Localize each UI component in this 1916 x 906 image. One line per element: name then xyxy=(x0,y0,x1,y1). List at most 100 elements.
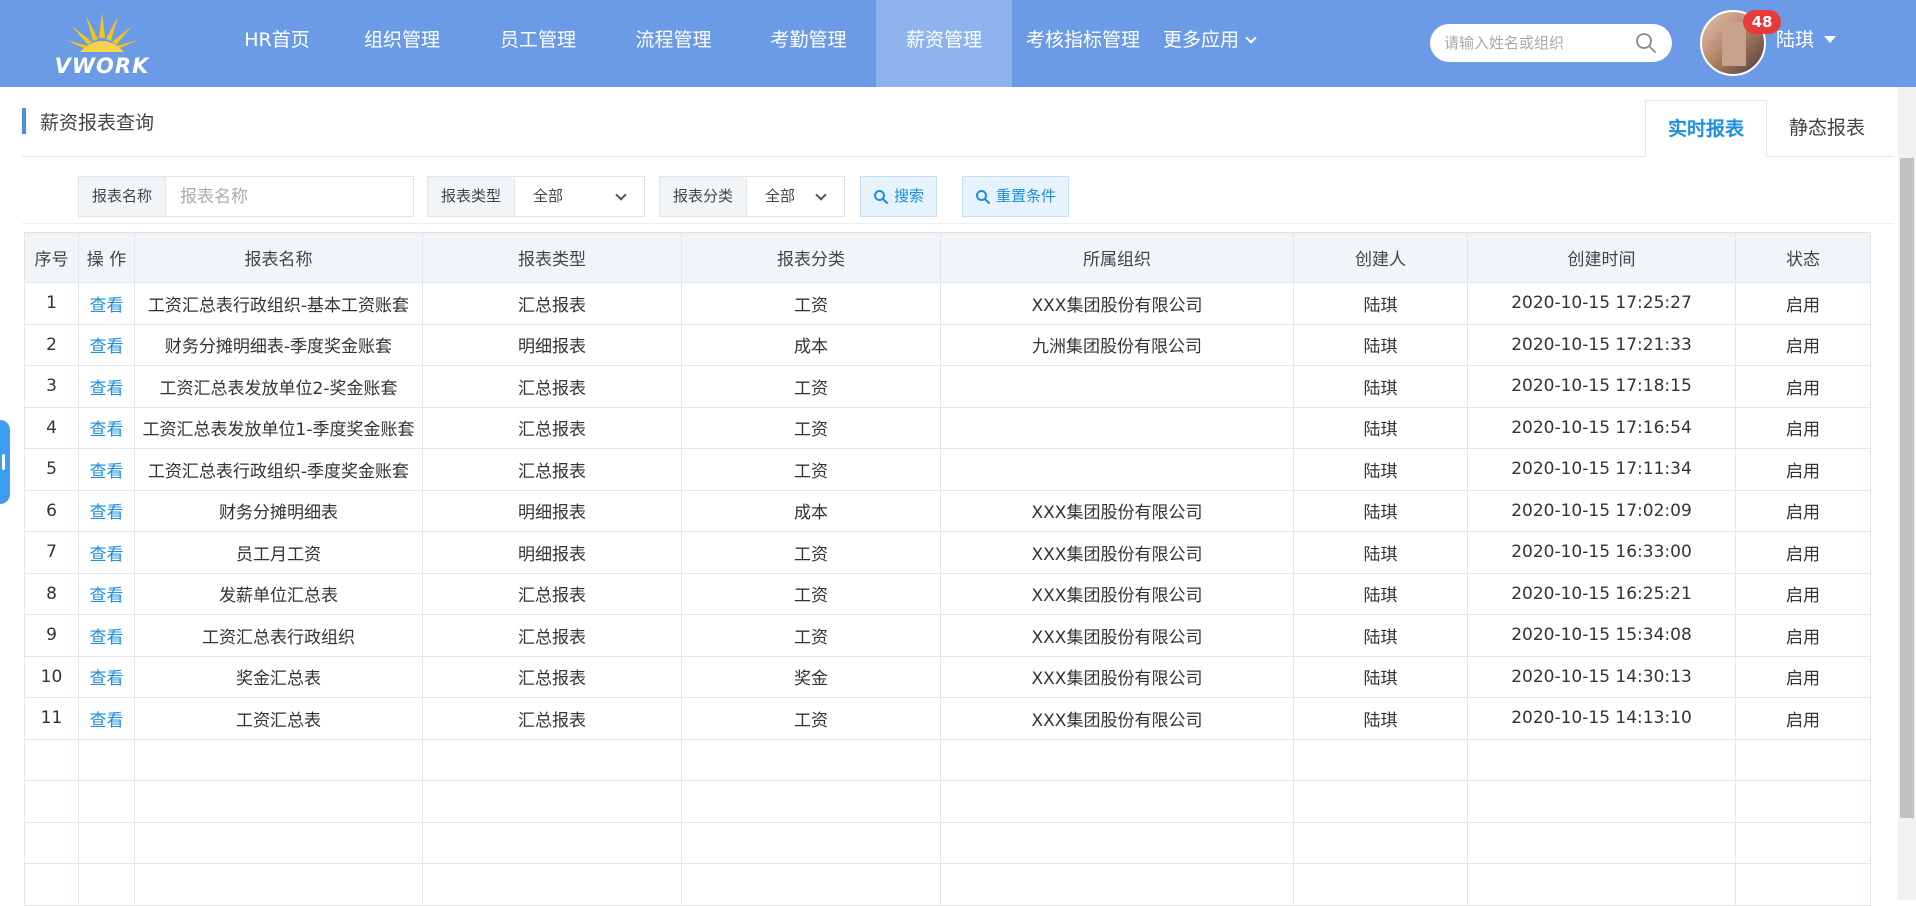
cell-report-name: 工资汇总表行政组织-基本工资账套 xyxy=(134,282,423,325)
user-name[interactable]: 陆琪 xyxy=(1776,25,1814,52)
cell-index: 5 xyxy=(24,448,79,491)
cell-creator: 陆琪 xyxy=(1293,697,1468,740)
sun-logo-icon xyxy=(66,12,138,52)
search-icon[interactable] xyxy=(1634,31,1658,55)
view-link[interactable]: 查看 xyxy=(78,614,135,657)
cell-created-time: 2020-10-15 17:11:34 xyxy=(1467,448,1736,491)
empty-cell xyxy=(78,863,135,906)
cell-category: 工资 xyxy=(681,282,941,325)
view-link[interactable]: 查看 xyxy=(78,324,135,366)
chevron-down-icon xyxy=(815,189,827,201)
cell-created-time: 2020-10-15 16:25:21 xyxy=(1467,573,1736,615)
view-link[interactable]: 查看 xyxy=(78,407,135,449)
empty-cell xyxy=(940,822,1294,864)
empty-cell xyxy=(1735,739,1871,781)
cell-report-name: 工资汇总表发放单位2-奖金账套 xyxy=(134,365,423,408)
chevron-down-icon xyxy=(1245,32,1257,44)
nav-label: 更多应用 xyxy=(1162,29,1239,51)
caret-down-icon[interactable] xyxy=(1824,36,1836,43)
cell-report-type: 汇总报表 xyxy=(422,697,682,740)
nav-employee[interactable]: 员工管理 xyxy=(470,0,606,87)
view-link[interactable]: 查看 xyxy=(78,365,135,408)
cell-category: 奖金 xyxy=(681,656,941,698)
cell-report-type: 汇总报表 xyxy=(422,448,682,491)
nav-label: 考勤管理 xyxy=(770,29,847,51)
table-row: 2 查看 财务分摊明细表-季度奖金账套 明细报表 成本 九洲集团股份有限公司 陆琪 2020-… xyxy=(24,324,1871,366)
cell-category: 工资 xyxy=(681,573,941,615)
view-link[interactable]: 查看 xyxy=(78,697,135,740)
nav-organization[interactable]: 组织管理 xyxy=(334,0,470,87)
tab-static-report[interactable]: 静态报表 xyxy=(1767,100,1887,157)
view-link[interactable]: 查看 xyxy=(78,573,135,615)
col-header-category: 报表分类 xyxy=(681,232,941,283)
report-type-select[interactable]: 全部 xyxy=(515,177,639,216)
table-row: 8 查看 发薪单位汇总表 汇总报表 工资 XXX集团股份有限公司 陆琪 2020-10-15 … xyxy=(24,573,1871,615)
cell-status: 启用 xyxy=(1735,407,1871,449)
cell-category: 工资 xyxy=(681,531,941,574)
view-link[interactable]: 查看 xyxy=(78,531,135,574)
table-row: 1 查看 工资汇总表行政组织-基本工资账套 汇总报表 工资 XXX集团股份有限公司 陆琪 20… xyxy=(24,282,1871,325)
nav-hr-home[interactable]: HR首页 xyxy=(220,0,334,87)
view-link[interactable]: 查看 xyxy=(78,656,135,698)
search-button-label: 搜索 xyxy=(894,187,925,205)
nav-label: 组织管理 xyxy=(363,29,440,51)
nav-kpi[interactable]: 考核指标管理 xyxy=(1012,0,1154,87)
nav-payroll[interactable]: 薪资管理 xyxy=(876,0,1012,87)
cell-created-time: 2020-10-15 17:25:27 xyxy=(1467,282,1736,325)
scrollbar-thumb[interactable] xyxy=(1900,158,1914,818)
report-type-label: 报表类型 xyxy=(428,177,516,216)
report-name-input[interactable] xyxy=(166,177,407,216)
table-row: 10 查看 奖金汇总表 汇总报表 奖金 XXX集团股份有限公司 陆琪 2020-10-15 1… xyxy=(24,656,1871,698)
cell-status: 启用 xyxy=(1735,324,1871,366)
cell-report-type: 汇总报表 xyxy=(422,407,682,449)
cell-created-time: 2020-10-15 17:02:09 xyxy=(1467,490,1736,532)
cell-status: 启用 xyxy=(1735,656,1871,698)
nav-more-apps[interactable]: 更多应用 xyxy=(1154,0,1264,87)
empty-table-row xyxy=(24,822,1871,864)
top-navigation-bar: VWORK HR首页 组织管理 员工管理 流程管理 考勤管理 薪资管理 考核指标… xyxy=(0,0,1916,87)
report-type-filter: 报表类型 全部 xyxy=(427,176,645,217)
cell-report-name: 工资汇总表 xyxy=(134,697,423,740)
cell-index: 6 xyxy=(24,490,79,532)
empty-cell xyxy=(422,822,682,864)
cell-report-type: 明细报表 xyxy=(422,490,682,532)
vwork-logo[interactable]: VWORK xyxy=(50,8,154,78)
cell-created-time: 2020-10-15 17:21:33 xyxy=(1467,324,1736,366)
empty-cell xyxy=(134,780,423,823)
empty-cell xyxy=(24,780,79,823)
cell-created-time: 2020-10-15 16:33:00 xyxy=(1467,531,1736,574)
nav-attendance[interactable]: 考勤管理 xyxy=(741,0,876,87)
cell-report-type: 汇总报表 xyxy=(422,573,682,615)
global-search-input[interactable] xyxy=(1444,30,1634,56)
empty-cell xyxy=(1467,863,1736,906)
empty-cell xyxy=(940,780,1294,823)
empty-cell xyxy=(78,780,135,823)
empty-cell xyxy=(681,739,941,781)
cell-index: 7 xyxy=(24,531,79,574)
empty-cell xyxy=(24,739,79,781)
table-row: 4 查看 工资汇总表发放单位1-季度奖金账套 汇总报表 工资 陆琪 2020-10-15 1… xyxy=(24,407,1871,449)
chevron-down-icon xyxy=(615,189,627,201)
report-table: 序号 操 作 报表名称 报表类型 报表分类 所属组织 创建人 创建时间 状态 1… xyxy=(24,232,1871,906)
search-button[interactable]: 搜索 xyxy=(860,176,938,217)
nav-process[interactable]: 流程管理 xyxy=(606,0,741,87)
view-link[interactable]: 查看 xyxy=(78,282,135,325)
cell-organization: XXX集团股份有限公司 xyxy=(940,697,1294,740)
cell-organization: 九洲集团股份有限公司 xyxy=(940,324,1294,366)
view-link[interactable]: 查看 xyxy=(78,448,135,491)
empty-cell xyxy=(134,822,423,864)
reset-button[interactable]: 重置条件 xyxy=(962,176,1070,217)
cell-category: 工资 xyxy=(681,614,941,657)
cell-report-name: 工资汇总表行政组织-季度奖金账套 xyxy=(134,448,423,491)
empty-cell xyxy=(134,739,423,781)
table-header-row: 序号 操 作 报表名称 报表类型 报表分类 所属组织 创建人 创建时间 状态 xyxy=(24,232,1871,283)
empty-cell xyxy=(1735,780,1871,823)
view-link[interactable]: 查看 xyxy=(78,490,135,532)
table-row: 3 查看 工资汇总表发放单位2-奖金账套 汇总报表 工资 陆琪 2020-10-15 17:… xyxy=(24,365,1871,408)
report-category-filter: 报表分类 全部 xyxy=(659,176,845,217)
tab-realtime-report[interactable]: 实时报表 xyxy=(1645,100,1768,157)
side-panel-handle[interactable] xyxy=(0,420,10,504)
report-type-value: 全部 xyxy=(533,187,564,205)
cell-index: 8 xyxy=(24,573,79,615)
report-category-select[interactable]: 全部 xyxy=(747,177,839,216)
